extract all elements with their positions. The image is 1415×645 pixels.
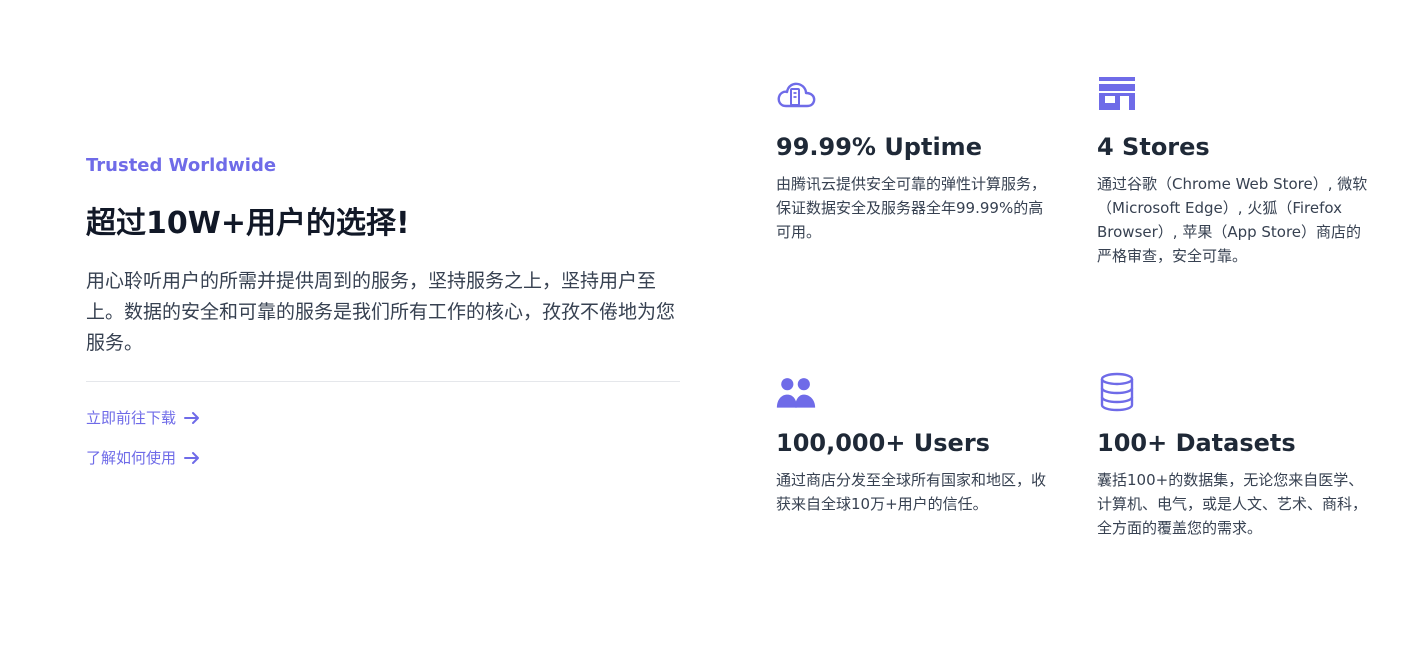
feature-uptime: 99.99% Uptime 由腾讯云提供安全可靠的弹性计算服务，保证数据安全及服… <box>776 76 1051 244</box>
download-link[interactable]: 立即前往下载 <box>86 406 680 430</box>
feature-title: 4 Stores <box>1097 133 1210 161</box>
feature-description: 囊括100+的数据集，无论您来自医学、计算机、电气，或是人文、艺术、商科，全方面… <box>1097 471 1368 537</box>
users-icon <box>776 378 816 408</box>
trusted-worldwide-section: Trusted Worldwide 超过10W+用户的选择! 用心聆听用户的所需… <box>0 0 1415 645</box>
cloud-server-icon <box>777 82 816 108</box>
store-icon <box>1099 77 1135 110</box>
feature-datasets: 100+ Datasets 囊括100+的数据集，无论您来自医学、计算机、电气，… <box>1097 372 1372 540</box>
section-title: 超过10W+用户的选择! <box>86 206 410 241</box>
how-to-use-link[interactable]: 了解如何使用 <box>86 446 680 470</box>
feature-description: 通过谷歌（Chrome Web Store）, 微软（Microsoft Edg… <box>1097 175 1368 265</box>
download-link-label: 立即前往下载 <box>86 409 177 427</box>
feature-title: 99.99% Uptime <box>776 133 982 161</box>
divider <box>86 381 680 382</box>
feature-description: 由腾讯云提供安全可靠的弹性计算服务，保证数据安全及服务器全年99.99%的高可用… <box>776 175 1047 241</box>
eyebrow-text: Trusted Worldwide <box>86 155 277 176</box>
feature-title: 100+ Datasets <box>1097 429 1296 457</box>
intro-column: Trusted Worldwide 超过10W+用户的选择! 用心聆听用户的所需… <box>86 150 680 486</box>
feature-stores: 4 Stores 通过谷歌（Chrome Web Store）, 微软（Micr… <box>1097 76 1372 268</box>
feature-title: 100,000+ Users <box>776 429 990 457</box>
arrow-right-icon <box>184 411 200 425</box>
feature-description: 通过商店分发至全球所有国家和地区，收获来自全球10万+用户的信任。 <box>776 471 1047 513</box>
cta-links: 立即前往下载 了解如何使用 <box>86 406 680 470</box>
how-to-use-link-label: 了解如何使用 <box>86 449 177 467</box>
feature-users: 100,000+ Users 通过商店分发至全球所有国家和地区，收获来自全球10… <box>776 372 1051 516</box>
arrow-right-icon <box>184 451 200 465</box>
section-description: 用心聆听用户的所需并提供周到的服务，坚持服务之上，坚持用户至上。数据的安全和可靠… <box>86 270 676 354</box>
database-icon <box>1100 372 1134 412</box>
